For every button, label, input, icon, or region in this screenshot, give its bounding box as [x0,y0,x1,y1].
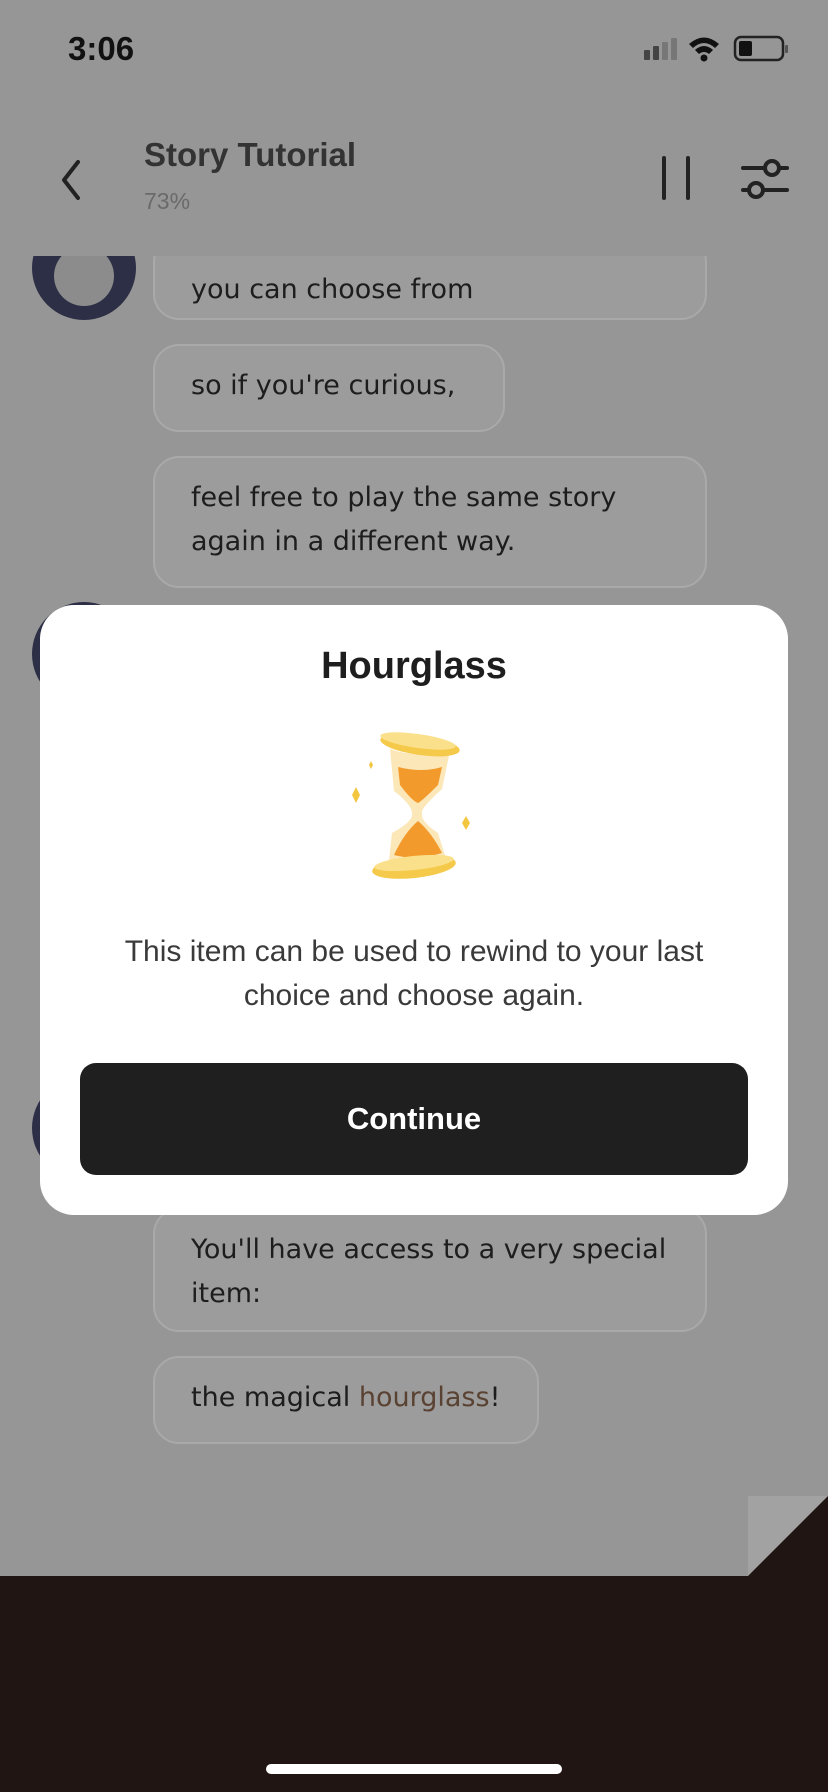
chat-bubble: feel free to play the same story again i… [153,456,707,588]
wifi-icon [689,37,719,62]
story-progress: 73% [144,188,191,214]
item-modal: Hourglass This item can be used to rewin… [40,605,788,1215]
bottom-bar [0,1576,828,1792]
chat-bubble: so if you're curious, [153,344,505,432]
avatar [32,256,136,320]
chat-bubble: you can choose from [153,256,707,320]
hourglass-icon [352,732,470,879]
story-header: Story Tutorial 73% [0,110,828,250]
status-time: 3:06 [68,30,135,67]
chat-bubble: the magical hourglass! [153,1356,539,1444]
home-indicator [266,1764,562,1774]
cellular-signal-icon [644,38,677,60]
back-arrow-icon[interactable] [52,150,92,210]
modal-title: Hourglass [321,645,507,687]
chat-bubble: You'll have access to a very special ite… [153,1208,707,1332]
continue-button[interactable]: Continue [80,1063,748,1175]
page-curl-icon[interactable] [748,1496,828,1576]
modal-description: This item can be used to rewind to your … [124,935,704,1012]
hourglass-highlight: hourglass [358,1382,490,1413]
settings-sliders-icon[interactable] [740,154,790,204]
status-bar: 3:06 [0,0,828,100]
status-icons [644,35,788,62]
story-screen: 3:06 Story Tutorial 73% you can choose f… [0,0,828,1792]
story-title: Story Tutorial [144,136,357,173]
pause-icon[interactable] [656,154,696,202]
battery-icon [733,35,788,62]
